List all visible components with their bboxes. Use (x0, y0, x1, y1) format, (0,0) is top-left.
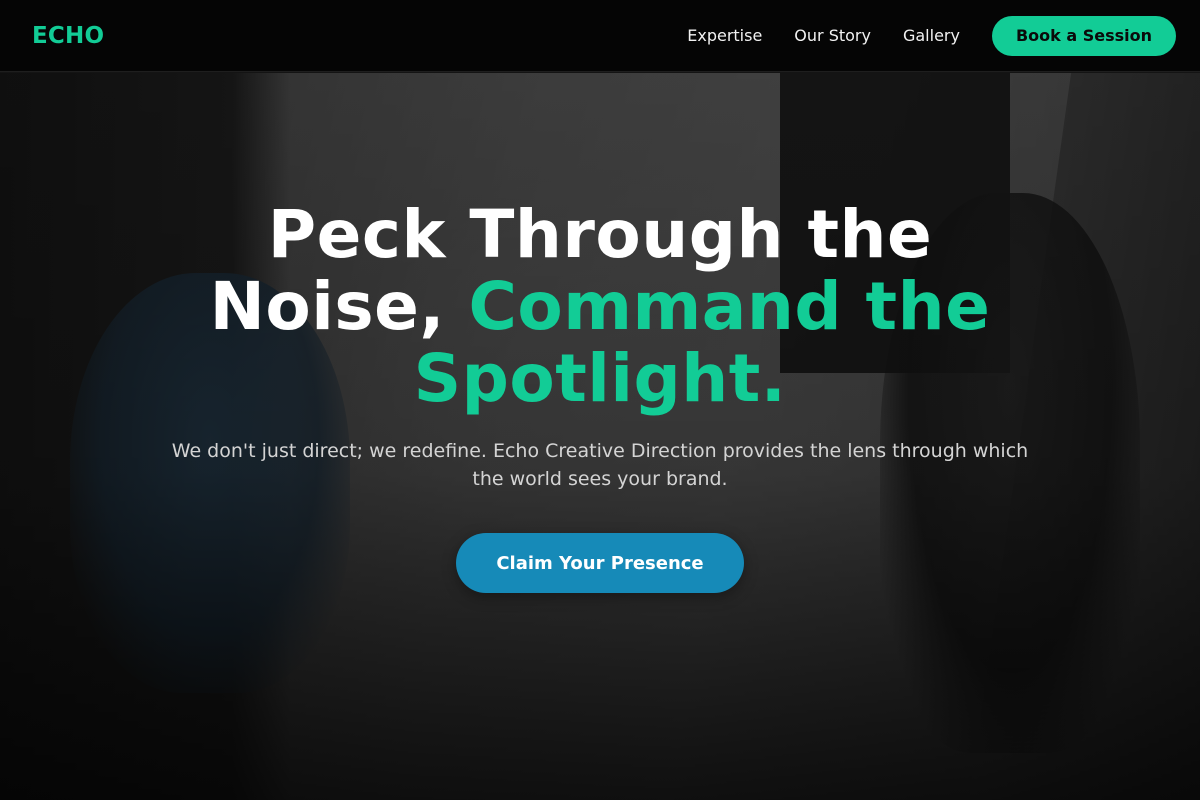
book-session-button[interactable]: Book a Session (991, 15, 1176, 56)
top-navbar: ECHO Expertise Our Story Gallery Book a … (0, 0, 1200, 72)
claim-presence-button[interactable]: Claim Your Presence (456, 533, 744, 593)
nav-link-gallery[interactable]: Gallery (903, 26, 960, 45)
hero-subtitle: We don't just direct; we redefine. Echo … (171, 440, 1029, 490)
nav-link-expertise[interactable]: Expertise (687, 26, 762, 45)
headline-accent-text: Command the Spotlight. (413, 268, 991, 417)
primary-nav: Expertise Our Story Gallery Book a Sessi… (687, 15, 1176, 56)
nav-link-our-story[interactable]: Our Story (794, 26, 871, 45)
landing-page: ECHO Expertise Our Story Gallery Book a … (0, 0, 1200, 800)
hero-section: Peck Through the Noise, Command the Spot… (0, 73, 1200, 800)
hero-headline: Peck Through the Noise, Command the Spot… (150, 199, 1050, 415)
brand-logo[interactable]: ECHO (32, 23, 104, 49)
